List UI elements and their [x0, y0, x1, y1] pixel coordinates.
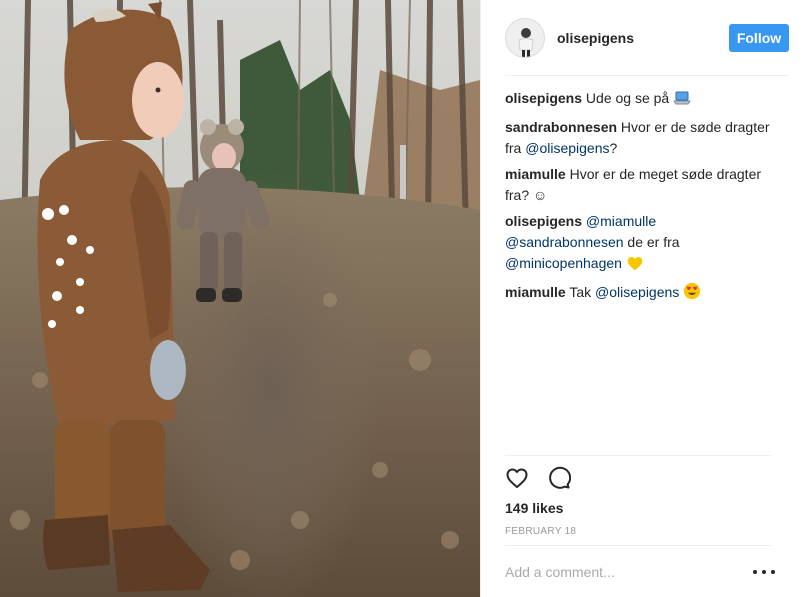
header-username[interactable]: olisepigens — [557, 30, 729, 46]
avatar-person-icon — [506, 18, 544, 57]
comment-text: Tak — [569, 284, 596, 300]
comment-author[interactable]: sandrabonnesen — [505, 119, 617, 135]
comment-item: miamulle Hvor er de meget søde dragter f… — [505, 164, 775, 206]
mention-link[interactable]: @minicopenhagen — [505, 255, 622, 271]
comment-author[interactable]: miamulle — [505, 284, 566, 300]
comment-item: olisepigens Ude og se på — [505, 88, 775, 112]
dot — [753, 569, 757, 574]
dot — [771, 569, 775, 574]
likes-count[interactable]: 149 likes — [505, 500, 563, 516]
comment-item: miamulle Tak @olisepigens — [505, 282, 775, 306]
comment-text: de er fra — [623, 234, 680, 250]
post-header: olisepigens Follow — [505, 0, 789, 76]
comment-author[interactable]: olisepigens — [505, 90, 582, 106]
comment-author[interactable]: olisepigens — [505, 213, 582, 229]
comment-icon[interactable] — [547, 466, 571, 490]
mention-link[interactable]: @sandrabonnesen — [505, 234, 624, 250]
comments-list: olisepigens Ude og se på sandrabonnesen … — [505, 88, 775, 311]
post-details-panel: olisepigens Follow olisepigens Ude og se… — [480, 0, 811, 597]
post-photo[interactable] — [0, 0, 480, 597]
avatar[interactable] — [505, 17, 545, 58]
more-options-icon[interactable] — [753, 562, 775, 582]
heart-icon[interactable] — [505, 466, 529, 490]
comment-text: Ude og se på — [585, 90, 674, 106]
laptop-emoji-icon — [673, 90, 692, 112]
comment-text: ? — [609, 140, 618, 156]
post-date[interactable]: FEBRUARY 18 — [505, 526, 576, 537]
comment-item: sandrabonnesen Hvor er de søde dragter f… — [505, 117, 775, 159]
action-bar — [505, 455, 771, 499]
photo-children-in-deer-costumes — [0, 0, 480, 597]
follow-button[interactable]: Follow — [729, 23, 789, 52]
mention-link[interactable]: @miamulle — [586, 213, 656, 229]
dot — [762, 569, 766, 574]
heart-eyes-emoji-icon — [683, 282, 701, 306]
comment-input[interactable] — [505, 563, 753, 580]
instagram-post: olisepigens Follow olisepigens Ude og se… — [0, 0, 811, 597]
comment-author[interactable]: miamulle — [505, 166, 566, 182]
add-comment-bar — [505, 545, 775, 597]
mention-link[interactable]: @olisepigens — [525, 140, 609, 156]
yellow-heart-emoji-icon — [626, 255, 644, 277]
comment-item: olisepigens @miamulle @sandrabonnesen de… — [505, 211, 775, 277]
mention-link[interactable]: @olisepigens — [595, 284, 679, 300]
